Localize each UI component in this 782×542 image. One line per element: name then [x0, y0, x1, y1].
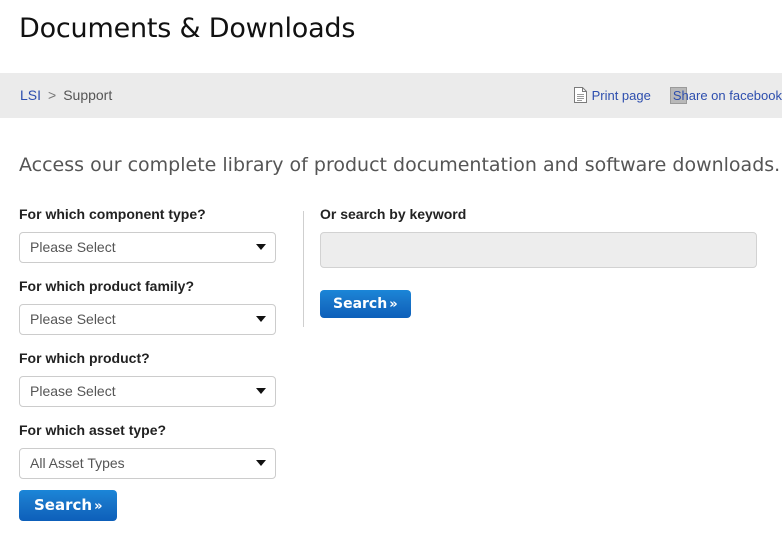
breadcrumb: LSI > Support	[20, 86, 112, 105]
share-on-facebook-label[interactable]: Share on facebook	[673, 88, 782, 103]
document-page-icon	[573, 87, 587, 108]
field-asset-type: For which asset type? All Asset Types	[19, 421, 289, 479]
keyword-search-input[interactable]	[320, 232, 757, 268]
select-product[interactable]: Please Select	[19, 376, 276, 407]
keyword-search-column: Or search by keyword Search»	[320, 205, 760, 318]
filter-search-button-label: Search	[34, 496, 93, 514]
field-label-product-family: For which product family?	[19, 278, 195, 294]
filter-search-button-wrap: Search»	[19, 490, 118, 521]
select-value-asset-type: All Asset Types	[30, 455, 125, 471]
breadcrumb-item-support: Support	[63, 87, 113, 103]
keyword-search-button[interactable]: Search»	[320, 290, 411, 318]
breadcrumb-bar: LSI > Support Print page Share on facebook	[0, 73, 782, 118]
filter-search-button[interactable]: Search»	[19, 490, 118, 521]
breadcrumb-separator: >	[48, 87, 57, 103]
chevron-down-icon	[256, 460, 266, 466]
keyword-search-label: Or search by keyword	[320, 206, 467, 222]
select-component-type[interactable]: Please Select	[19, 232, 276, 263]
filter-column: For which component type? Please Select …	[19, 205, 289, 493]
breadcrumb-item-lsi[interactable]: LSI	[20, 87, 41, 103]
intro-text: Access our complete library of product d…	[19, 154, 781, 176]
double-chevron-right-icon: »	[389, 297, 398, 312]
chevron-down-icon	[256, 388, 266, 394]
select-value-component-type: Please Select	[30, 239, 116, 255]
print-page-label: Print page	[591, 88, 651, 103]
select-product-family[interactable]: Please Select	[19, 304, 276, 335]
share-on-facebook-link[interactable]: Share on facebook	[669, 86, 782, 105]
print-page-link[interactable]: Print page	[573, 87, 651, 103]
select-value-product: Please Select	[30, 383, 116, 399]
field-product: For which product? Please Select	[19, 349, 289, 407]
select-value-product-family: Please Select	[30, 311, 116, 327]
double-chevron-right-icon: »	[94, 499, 103, 514]
field-product-family: For which product family? Please Select	[19, 277, 289, 335]
keyword-search-button-label: Search	[333, 296, 388, 312]
chevron-down-icon	[256, 316, 266, 322]
chevron-down-icon	[256, 244, 266, 250]
page-title: Documents & Downloads	[19, 13, 356, 44]
field-label-asset-type: For which asset type?	[19, 422, 167, 438]
field-label-component-type: For which component type?	[19, 206, 206, 222]
page-tools: Print page Share on facebook	[560, 86, 782, 108]
search-form: For which component type? Please Select …	[0, 205, 782, 542]
keyword-search-button-wrap: Search»	[320, 290, 760, 318]
select-asset-type[interactable]: All Asset Types	[19, 448, 276, 479]
field-component-type: For which component type? Please Select	[19, 205, 289, 263]
field-label-product: For which product?	[19, 350, 150, 366]
column-divider	[303, 211, 304, 327]
